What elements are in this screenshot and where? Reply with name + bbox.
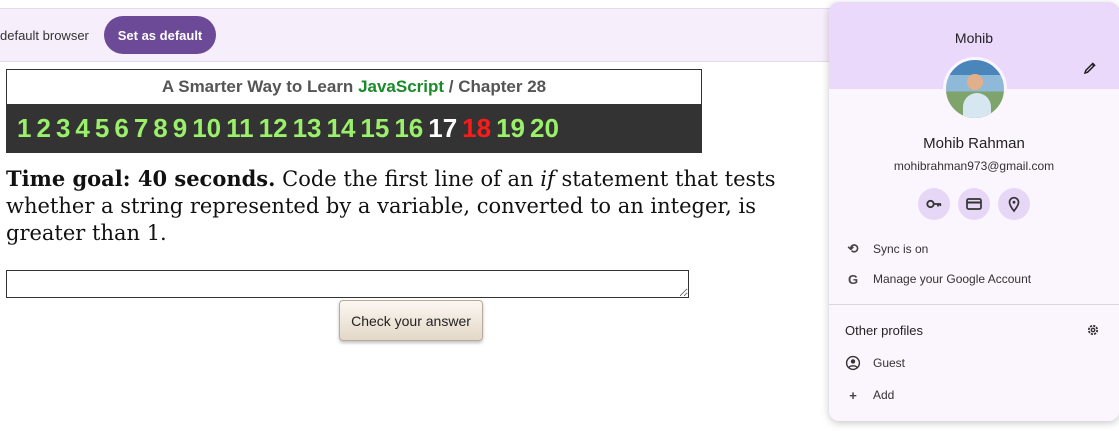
title-separator: / (448, 77, 454, 96)
exercise-number-14[interactable]: 14 (326, 104, 355, 152)
guest-profile-row[interactable]: Guest (845, 351, 1105, 375)
pencil-icon[interactable] (1082, 60, 1098, 76)
exercise-number-5[interactable]: 5 (95, 104, 109, 152)
exercise-number-6[interactable]: 6 (114, 104, 128, 152)
guest-label: Guest (873, 356, 906, 370)
exercise-number-15[interactable]: 15 (360, 104, 389, 152)
question-keyword: if (540, 167, 555, 191)
time-goal: Time goal: 40 seconds. (6, 166, 276, 191)
book-title-prefix: A Smarter Way to Learn (161, 77, 354, 96)
google-icon: G (847, 271, 859, 287)
payment-methods-button[interactable] (958, 188, 990, 220)
passwords-button[interactable] (918, 188, 950, 220)
exercise-number-10[interactable]: 10 (192, 104, 221, 152)
avatar[interactable] (943, 57, 1007, 121)
book-title-brand: JavaScript (358, 77, 445, 96)
exercise-number-16[interactable]: 16 (394, 104, 423, 152)
exercise-number-7[interactable]: 7 (134, 104, 148, 152)
chapter-navigation: A Smarter Way to Learn JavaScript / Chap… (6, 69, 702, 153)
profile-header-name: Mohib (954, 30, 994, 46)
infobar-text: default browser (0, 28, 89, 43)
exercise-number-2[interactable]: 2 (36, 104, 50, 152)
plus-icon: + (849, 387, 857, 403)
exercise-number-19[interactable]: 19 (496, 104, 525, 152)
profile-full-name: Mohib Rahman (923, 135, 1025, 152)
account-circle-icon (845, 355, 861, 371)
exercise-number-13[interactable]: 13 (293, 104, 322, 152)
exercise-number-17[interactable]: 17 (428, 104, 457, 152)
add-label: Add (873, 388, 895, 402)
sync-icon: ⟲ (847, 241, 859, 256)
profile-menu: Mohib Mohib Rahman mohibrahman973@gmail.… (829, 2, 1119, 421)
exercise-number-1[interactable]: 1 (17, 104, 31, 152)
gear-icon[interactable] (1085, 322, 1101, 338)
question-text-before: Code the first line of an (282, 167, 534, 191)
add-profile-row[interactable]: + Add (845, 383, 1105, 407)
profile-email: mohibrahman973@gmail.com (893, 159, 1055, 173)
credit-card-icon (966, 198, 982, 210)
other-profiles-heading: Other profiles (845, 323, 924, 338)
exercise-number-11[interactable]: 11 (226, 104, 254, 152)
exercise-number-20[interactable]: 20 (530, 104, 559, 152)
location-pin-icon (1008, 196, 1020, 213)
question-text: Time goal: 40 seconds. Code the first li… (6, 165, 806, 247)
exercise-number-4[interactable]: 4 (75, 104, 89, 152)
sync-label: Sync is on (873, 242, 929, 256)
check-answer-button[interactable]: Check your answer (339, 300, 483, 341)
exercise-number-9[interactable]: 9 (173, 104, 187, 152)
chapter-title: A Smarter Way to Learn JavaScript / Chap… (7, 70, 701, 104)
addresses-button[interactable] (998, 188, 1030, 220)
answer-input[interactable] (6, 270, 689, 298)
exercise-number-8[interactable]: 8 (153, 104, 167, 152)
chapter-label: Chapter 28 (458, 77, 547, 96)
menu-divider (829, 304, 1119, 305)
exercise-number-bar: 1 2 3 4 5 6 7 8 9 10 11 12 13 14 15 16 17 18 19 20 (7, 104, 701, 152)
key-icon (926, 199, 942, 209)
set-as-default-button[interactable]: Set as default (104, 16, 216, 54)
manage-account-label: Manage your Google Account (873, 272, 1032, 286)
exercise-number-12[interactable]: 12 (259, 104, 288, 152)
exercise-number-3[interactable]: 3 (56, 104, 70, 152)
exercise-number-18[interactable]: 18 (462, 104, 491, 152)
manage-account-row[interactable]: G Manage your Google Account (845, 267, 1105, 291)
sync-status-row[interactable]: ⟲ Sync is on (845, 237, 1105, 261)
